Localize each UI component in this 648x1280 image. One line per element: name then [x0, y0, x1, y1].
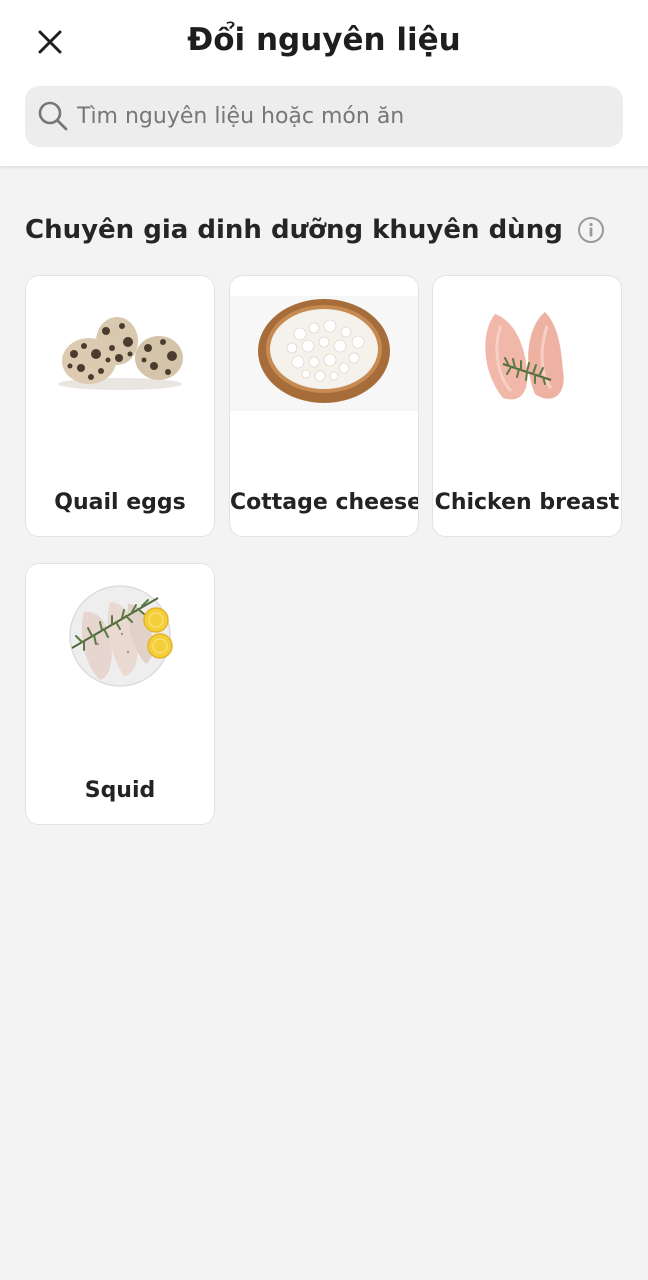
info-icon[interactable]: [577, 216, 605, 244]
ingredient-label: Squid: [84, 778, 156, 803]
quail-eggs-image: [58, 317, 183, 390]
ingredient-card-cottage-cheese[interactable]: Cottage cheese: [229, 275, 419, 537]
search-input[interactable]: [77, 86, 607, 147]
section-title: Chuyên gia dinh dưỡng khuyên dùng: [25, 215, 563, 245]
cottage-cheese-image: [230, 296, 418, 411]
ingredient-card-chicken-breast[interactable]: Chicken breast: [432, 275, 622, 537]
header: Đổi nguyên liệu: [0, 0, 648, 167]
page-title: Đổi nguyên liệu: [187, 22, 461, 58]
section-header: Chuyên gia dinh dưỡng khuyên dùng: [25, 210, 605, 250]
ingredient-label: Cottage cheese: [230, 490, 419, 515]
ingredient-label: Quail eggs: [54, 490, 186, 515]
search-icon: [38, 101, 68, 131]
ingredient-card-quail-eggs[interactable]: Quail eggs: [25, 275, 215, 537]
squid-image: [69, 585, 173, 687]
ingredient-label: Chicken breast: [434, 490, 620, 515]
search-bar[interactable]: [25, 86, 623, 147]
chicken-breast-image: [485, 312, 564, 400]
ingredient-card-squid[interactable]: Squid: [25, 563, 215, 825]
